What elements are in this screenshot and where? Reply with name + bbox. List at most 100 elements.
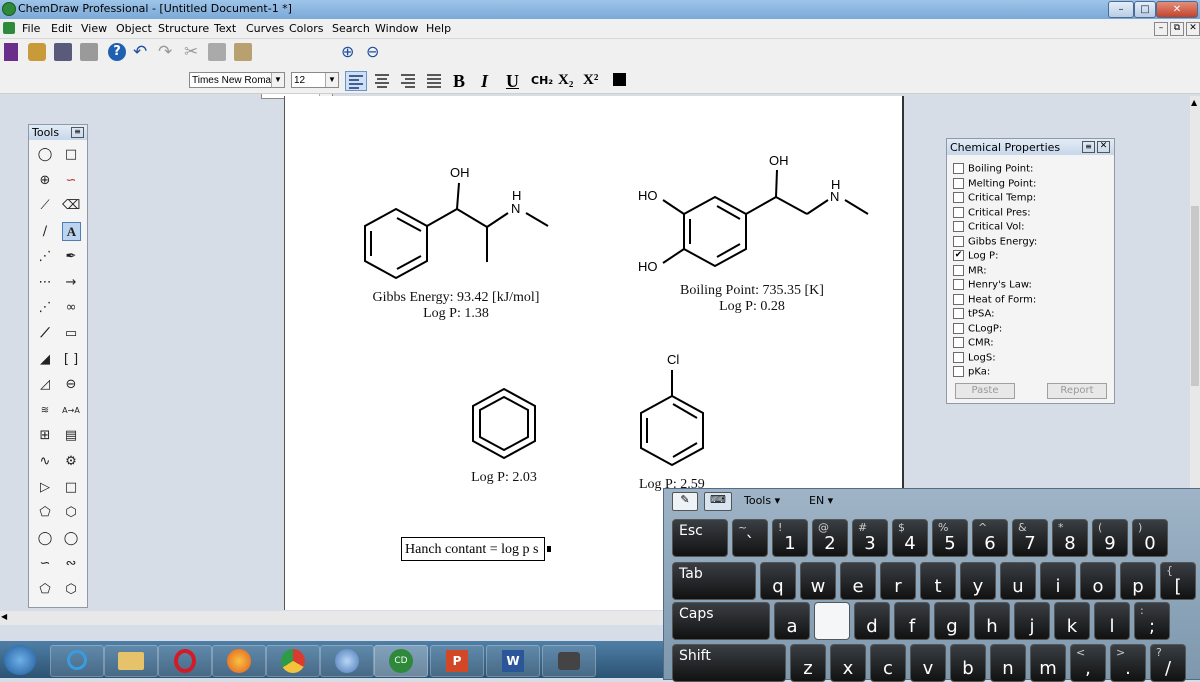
property-checkbox[interactable] <box>953 366 964 377</box>
taskbar-chrome-icon[interactable] <box>266 645 320 677</box>
property-checkbox[interactable] <box>953 279 964 290</box>
handwriting-icon[interactable]: ✎ <box>672 492 698 511</box>
keyboard-key[interactable]: i <box>1040 562 1076 600</box>
property-checkbox[interactable] <box>953 221 964 232</box>
property-checkbox[interactable] <box>953 192 964 203</box>
keyboard-key[interactable]: l <box>1094 602 1130 640</box>
paste-button[interactable]: Paste <box>955 383 1015 399</box>
keyboard-key[interactable]: e <box>840 562 876 600</box>
keyboard-key[interactable]: ? / <box>1150 644 1186 682</box>
property-checkbox[interactable] <box>953 351 964 363</box>
molecule-3-structure[interactable] <box>472 387 536 460</box>
property-checkbox[interactable] <box>953 177 964 189</box>
chem-props-titlebar[interactable]: Chemical Properties ≡ ✕ <box>947 139 1114 155</box>
keyboard-key[interactable]: x <box>830 644 866 682</box>
taskbar-firefox-icon[interactable] <box>212 645 266 677</box>
chem-props-close-icon[interactable]: ✕ <box>1097 141 1110 153</box>
keyboard-key[interactable]: q <box>760 562 796 600</box>
property-row[interactable]: Henry's Law: <box>953 279 1032 293</box>
keyboard-key[interactable]: j <box>1014 602 1050 640</box>
keyboard-key[interactable]: Esc <box>672 519 728 557</box>
taskbar-chemdraw-icon[interactable]: CD <box>374 645 428 677</box>
taskbar-opera-icon[interactable] <box>158 645 212 677</box>
property-row[interactable]: CMR: <box>953 337 994 351</box>
keyboard-key[interactable]: z <box>790 644 826 682</box>
property-checkbox[interactable] <box>953 264 964 276</box>
taskbar-word-icon[interactable]: W <box>486 645 540 677</box>
keyboard-key[interactable]: #3 <box>852 519 888 557</box>
keyboard-key[interactable]: :; <box>1134 602 1170 640</box>
taskbar-powerpoint-icon[interactable]: P <box>430 645 484 677</box>
property-row[interactable]: Melting Point: <box>953 177 1036 192</box>
keyboard-key[interactable]: b <box>950 644 986 682</box>
keyboard-key[interactable]: c <box>870 644 906 682</box>
keyboard-key[interactable]: a <box>774 602 810 640</box>
start-button[interactable] <box>4 645 36 675</box>
scroll-up-icon[interactable]: ▲ <box>1191 98 1197 107</box>
keyboard-key[interactable]: p <box>1120 562 1156 600</box>
keyboard-key[interactable]: f <box>894 602 930 640</box>
keyboard-key[interactable]: $4 <box>892 519 928 557</box>
property-row[interactable]: ✔ Log P: <box>953 250 998 264</box>
keyboard-language-menu[interactable]: EN ▾ <box>809 494 833 507</box>
report-button[interactable]: Report <box>1047 383 1107 399</box>
keyboard-key[interactable]: m <box>1030 644 1066 682</box>
property-row[interactable]: Critical Temp: <box>953 192 1036 206</box>
taskbar-explorer-icon[interactable] <box>104 645 158 677</box>
horizontal-scrollbar[interactable]: ◀ <box>0 611 665 625</box>
keyboard-key[interactable]: u <box>1000 562 1036 600</box>
keyboard-tools-menu[interactable]: Tools ▾ <box>744 494 780 507</box>
property-checkbox[interactable] <box>953 293 964 305</box>
text-box-editing[interactable]: Hanch contant = log p s <box>401 537 545 561</box>
vertical-scroll-thumb[interactable] <box>1191 206 1199 386</box>
keyboard-key[interactable]: Caps <box>672 602 770 640</box>
property-row[interactable]: Heat of Form: <box>953 293 1036 308</box>
keyboard-key[interactable]: & 7 <box>1012 519 1048 557</box>
keyboard-key[interactable]: ~ ` <box>732 519 768 557</box>
property-checkbox[interactable] <box>953 163 964 174</box>
molecule-4-structure[interactable] <box>640 370 704 467</box>
keyboard-key[interactable]: t <box>920 562 956 600</box>
property-row[interactable]: tPSA: <box>953 308 995 322</box>
property-row[interactable]: Critical Vol: <box>953 221 1024 235</box>
scroll-left-icon[interactable]: ◀ <box>1 612 7 621</box>
keyboard-key[interactable]: >. <box>1110 644 1146 682</box>
property-row[interactable]: pKa: <box>953 366 990 380</box>
keyboard-key[interactable]: {[ <box>1160 562 1196 600</box>
keyboard-key[interactable]: ) 0 <box>1132 519 1168 557</box>
keyboard-key[interactable]: % 5 <box>932 519 968 557</box>
keyboard-icon[interactable]: ⌨ <box>704 492 732 511</box>
keyboard-key[interactable]: o <box>1080 562 1116 600</box>
keyboard-key[interactable]: * 8 <box>1052 519 1088 557</box>
property-checkbox[interactable]: ✔ <box>953 250 964 261</box>
taskbar-ie-icon[interactable] <box>50 645 104 677</box>
keyboard-key[interactable]: y <box>960 562 996 600</box>
keyboard-key[interactable]: ^ 6 <box>972 519 1008 557</box>
keyboard-key[interactable]: s <box>814 602 850 640</box>
property-checkbox[interactable] <box>953 235 964 247</box>
keyboard-key[interactable]: k <box>1054 602 1090 640</box>
property-row[interactable]: Critical Pres: <box>953 206 1031 221</box>
property-checkbox[interactable] <box>953 322 964 334</box>
property-row[interactable]: Boiling Point: <box>953 163 1033 177</box>
property-row[interactable]: MR: <box>953 264 987 279</box>
property-row[interactable]: Gibbs Energy: <box>953 235 1037 250</box>
keyboard-key[interactable]: g <box>934 602 970 640</box>
property-row[interactable]: CLogP: <box>953 322 1002 337</box>
chem-props-menu-icon[interactable]: ≡ <box>1082 141 1095 153</box>
property-checkbox[interactable] <box>953 206 964 218</box>
keyboard-key[interactable]: <, <box>1070 644 1106 682</box>
keyboard-key[interactable]: h <box>974 602 1010 640</box>
keyboard-key[interactable]: (9 <box>1092 519 1128 557</box>
property-checkbox[interactable] <box>953 308 964 319</box>
keyboard-key[interactable]: @2 <box>812 519 848 557</box>
keyboard-key[interactable]: r <box>880 562 916 600</box>
taskbar-camera-icon[interactable] <box>542 645 596 677</box>
keyboard-key[interactable]: ! 1 <box>772 519 808 557</box>
property-checkbox[interactable] <box>953 337 964 348</box>
property-row[interactable]: LogS: <box>953 351 996 366</box>
taskbar-app-icon[interactable] <box>320 645 374 677</box>
keyboard-key[interactable]: Shift <box>672 644 786 682</box>
keyboard-key[interactable]: v <box>910 644 946 682</box>
keyboard-key[interactable]: n <box>990 644 1026 682</box>
